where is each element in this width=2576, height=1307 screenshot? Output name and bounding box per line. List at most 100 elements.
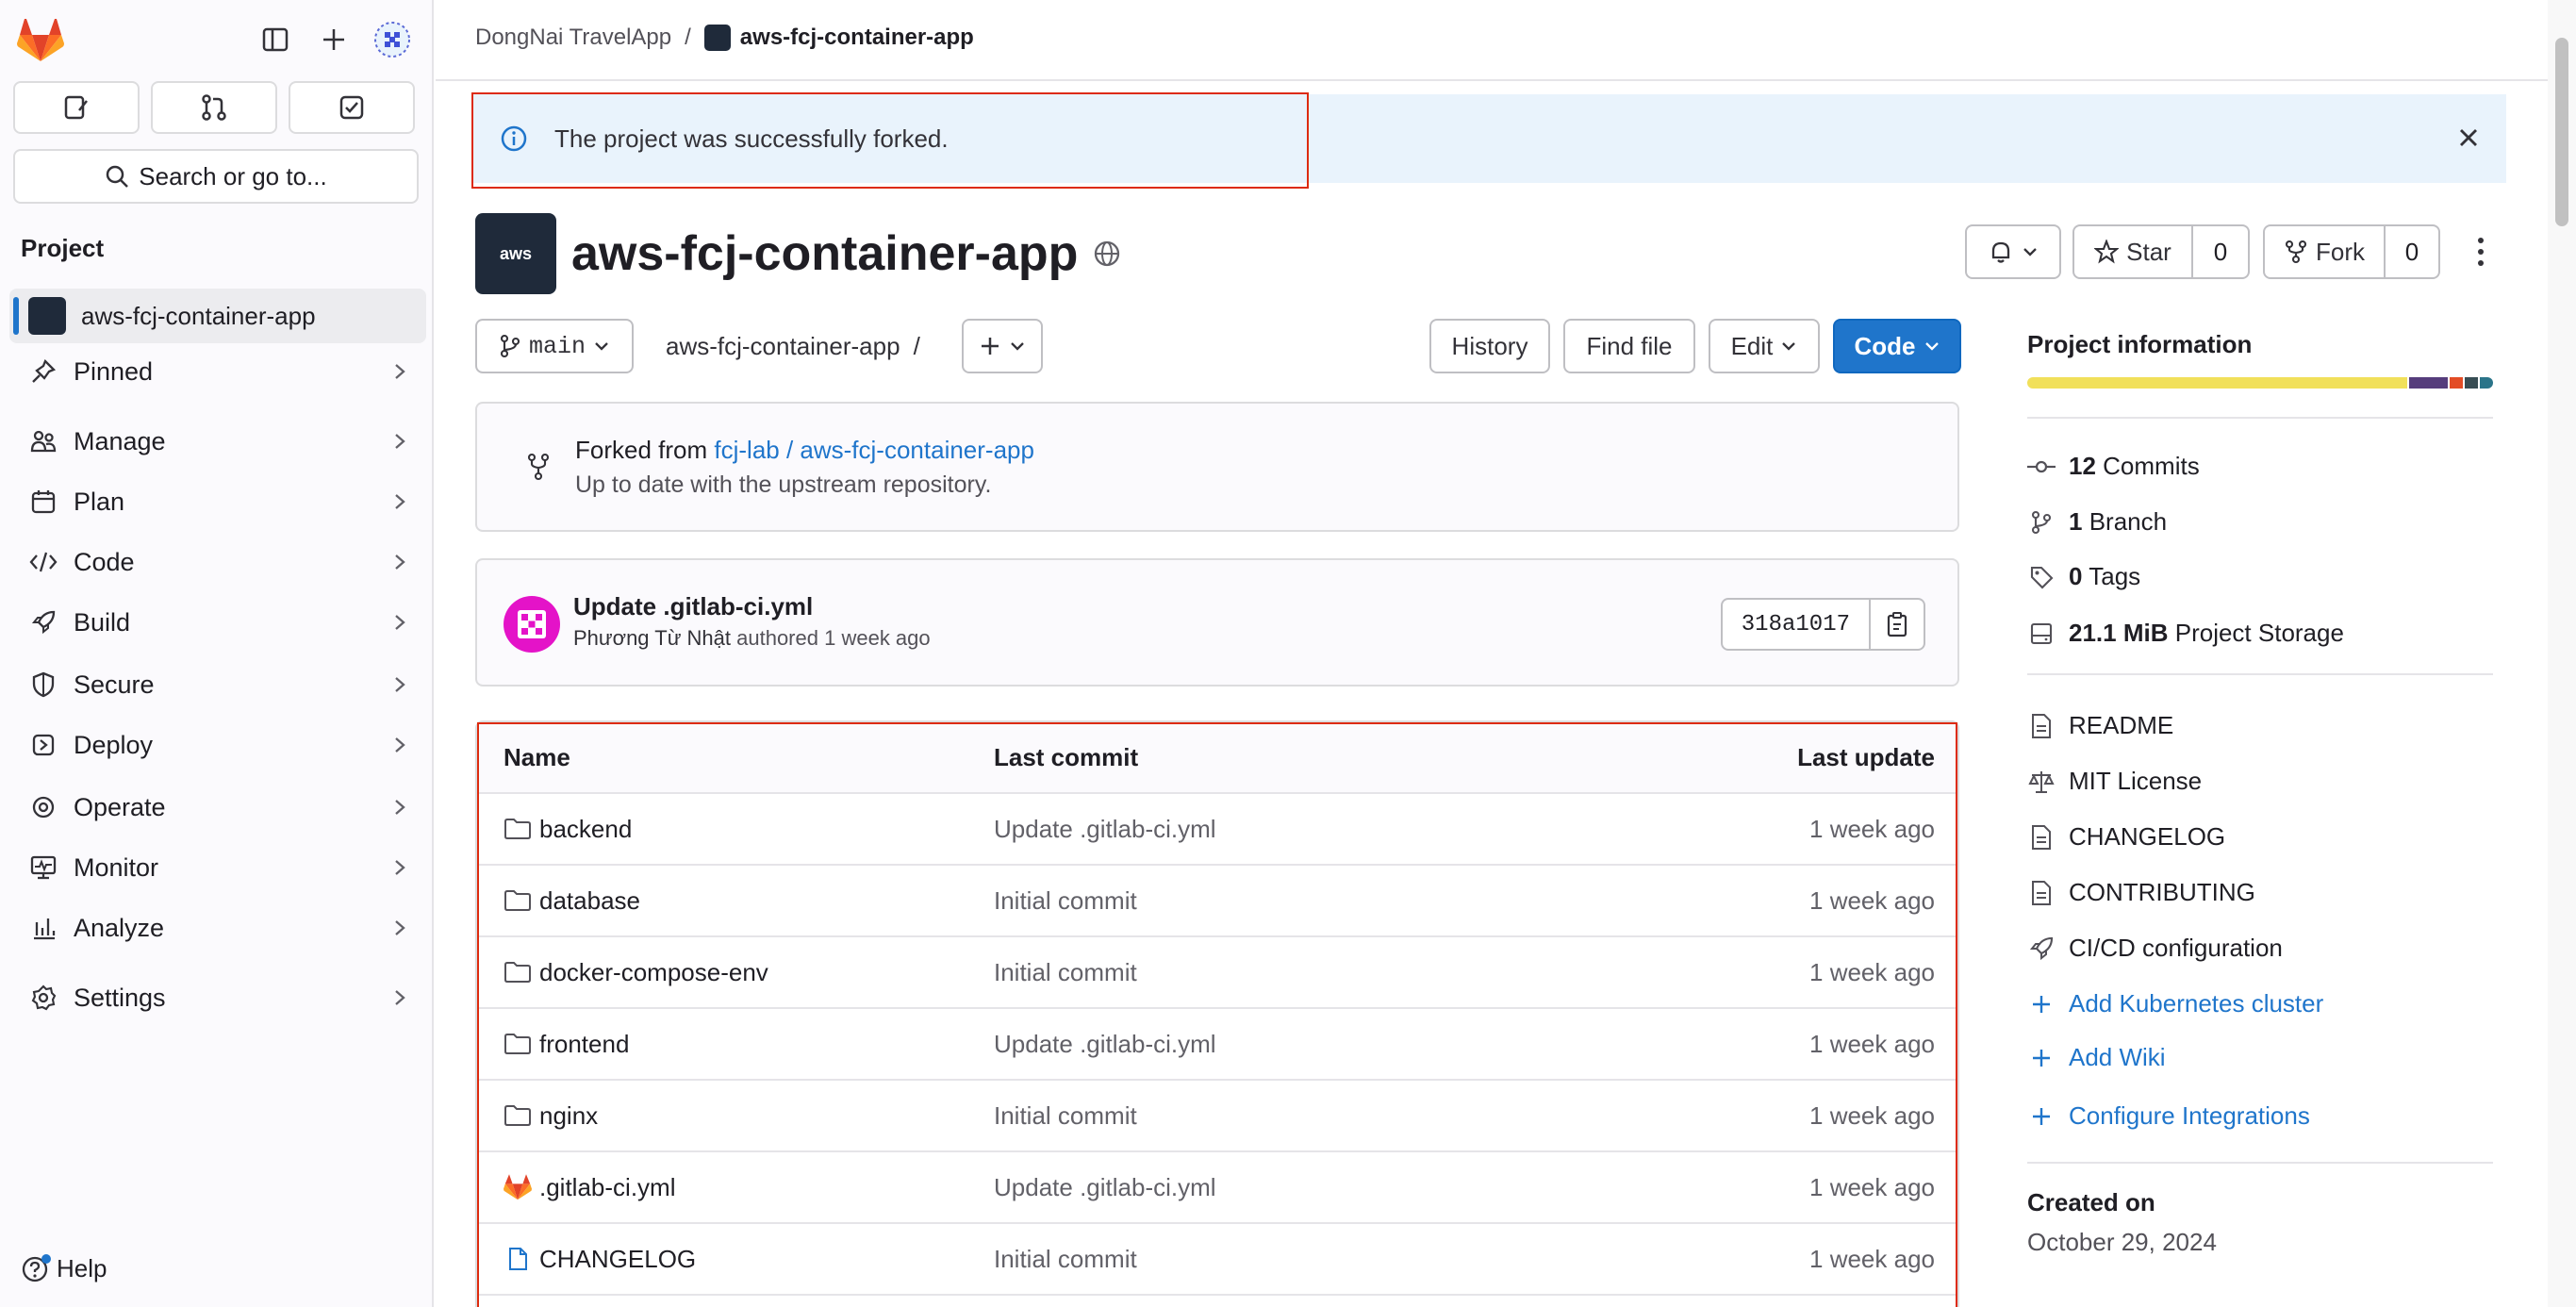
avatar[interactable] bbox=[504, 596, 560, 653]
project-avatar-large: aws bbox=[475, 213, 556, 294]
merge-requests-button[interactable] bbox=[151, 81, 277, 134]
commits-label: Commits bbox=[2103, 452, 2200, 480]
help-button[interactable]: Help bbox=[21, 1252, 107, 1284]
created-on-label: Created on bbox=[2027, 1188, 2155, 1216]
search-label: Search or go to... bbox=[139, 161, 327, 190]
sidebar-item-plan[interactable]: Plan bbox=[9, 475, 426, 528]
star-count[interactable]: 0 bbox=[2193, 224, 2250, 279]
sidebar-item-operate[interactable]: Operate bbox=[9, 781, 426, 834]
close-icon[interactable] bbox=[2455, 124, 2482, 151]
sidebar-item-project[interactable]: aws-fcj-container-app bbox=[9, 289, 426, 343]
monitor-icon bbox=[25, 854, 62, 881]
project-info-title: Project information bbox=[2027, 330, 2253, 358]
cicd-config-link[interactable]: CI/CD configuration bbox=[2027, 934, 2283, 963]
storage-link[interactable]: 21.1 MiB Project Storage bbox=[2027, 619, 2344, 648]
sidebar-toggle-icon[interactable] bbox=[256, 21, 294, 58]
chevron-right-icon bbox=[392, 492, 407, 511]
license-label: MIT License bbox=[2069, 767, 2203, 795]
language-bar[interactable] bbox=[2027, 377, 2493, 389]
sidebar-item-monitor[interactable]: Monitor bbox=[9, 841, 426, 894]
kebab-icon[interactable] bbox=[2474, 236, 2487, 268]
language-segment bbox=[2449, 377, 2463, 389]
notifications-button[interactable] bbox=[1965, 224, 2061, 279]
branch-icon bbox=[500, 334, 520, 358]
sidebar-item-pinned[interactable]: Pinned bbox=[9, 345, 426, 398]
fork-button[interactable]: Fork bbox=[2263, 224, 2386, 279]
copy-sha-button[interactable] bbox=[1871, 598, 1925, 651]
repo-path-separator: / bbox=[913, 332, 920, 360]
sidebar-item-settings[interactable]: Settings bbox=[9, 971, 426, 1024]
license-link[interactable]: MIT License bbox=[2027, 767, 2202, 796]
sidebar-item-deploy[interactable]: Deploy bbox=[9, 719, 426, 771]
tags-link[interactable]: 0 Tags bbox=[2027, 562, 2140, 591]
contributing-link[interactable]: CONTRIBUTING bbox=[2027, 878, 2255, 907]
todo-icon bbox=[339, 95, 364, 120]
forked-from-link[interactable]: fcj-lab / aws-fcj-container-app bbox=[714, 436, 1034, 464]
todo-button[interactable] bbox=[289, 81, 415, 134]
sidebar-item-label: Operate bbox=[74, 792, 166, 821]
code-button[interactable]: Code bbox=[1833, 319, 1961, 373]
star-label: Star bbox=[2126, 237, 2171, 266]
divider bbox=[2027, 417, 2493, 419]
commit-author[interactable]: Phương Từ Nhật bbox=[573, 626, 731, 650]
breadcrumb: DongNai TravelApp / aws-fcj-container-ap… bbox=[475, 25, 974, 51]
chevron-right-icon bbox=[392, 858, 407, 877]
add-kubernetes-cluster-link[interactable]: Add Kubernetes cluster bbox=[2027, 989, 2323, 1018]
readme-label: README bbox=[2069, 711, 2174, 739]
bell-icon bbox=[1991, 241, 2010, 263]
fork-count[interactable]: 0 bbox=[2386, 224, 2440, 279]
sidebar-item-build[interactable]: Build bbox=[9, 596, 426, 649]
sidebar-item-manage[interactable]: Manage bbox=[9, 415, 426, 468]
commit-meta: Phương Từ Nhật authored 1 week ago bbox=[573, 626, 931, 651]
divider bbox=[2027, 1162, 2493, 1164]
tags-count: 0 bbox=[2069, 562, 2083, 590]
breadcrumb-group[interactable]: DongNai TravelApp bbox=[475, 25, 671, 51]
sidebar-top bbox=[0, 0, 434, 79]
last-commit-card: Update .gitlab-ci.yml Phương Từ Nhật aut… bbox=[475, 558, 1959, 687]
sidebar-item-analyze[interactable]: Analyze bbox=[9, 902, 426, 954]
history-button[interactable]: History bbox=[1429, 319, 1550, 373]
find-file-button[interactable]: Find file bbox=[1563, 319, 1695, 373]
sidebar-project-label: aws-fcj-container-app bbox=[81, 301, 316, 330]
globe-icon bbox=[1093, 240, 1121, 268]
add-wiki-link[interactable]: Add Wiki bbox=[2027, 1043, 2166, 1072]
plus-icon[interactable] bbox=[315, 21, 353, 58]
star-icon bbox=[2094, 240, 2120, 264]
issues-button[interactable] bbox=[13, 81, 140, 134]
copy-icon bbox=[1887, 612, 1907, 637]
avatar[interactable] bbox=[373, 21, 411, 58]
calendar-icon bbox=[25, 488, 62, 515]
edit-button[interactable]: Edit bbox=[1709, 319, 1820, 373]
branch-selector[interactable]: main bbox=[475, 319, 634, 373]
chevron-down-icon bbox=[2023, 248, 2037, 256]
commit-message[interactable]: Update .gitlab-ci.yml bbox=[573, 592, 813, 621]
search-button[interactable]: Search or go to... bbox=[13, 149, 419, 204]
sidebar-item-secure[interactable]: Secure bbox=[9, 658, 426, 711]
users-icon bbox=[25, 428, 62, 455]
commits-link[interactable]: 12 Commits bbox=[2027, 452, 2200, 481]
gitlab-logo-icon[interactable] bbox=[17, 19, 64, 62]
scrollbar[interactable] bbox=[2548, 0, 2576, 1307]
chevron-right-icon bbox=[392, 675, 407, 694]
search-icon bbox=[107, 165, 129, 188]
help-icon bbox=[22, 1254, 51, 1282]
commit-sha[interactable]: 318a1017 bbox=[1720, 598, 1871, 651]
add-file-button[interactable] bbox=[962, 319, 1043, 373]
main-content: DongNai TravelApp / aws-fcj-container-ap… bbox=[436, 0, 2548, 1307]
scrollbar-thumb[interactable] bbox=[2555, 38, 2568, 226]
repo-path-root[interactable]: aws-fcj-container-app bbox=[666, 332, 900, 361]
fork-status: Up to date with the upstream repository. bbox=[575, 472, 992, 498]
sidebar-item-label: Deploy bbox=[74, 730, 154, 759]
breadcrumb-project[interactable]: aws-fcj-container-app bbox=[703, 25, 974, 51]
plus-icon bbox=[2027, 993, 2056, 1016]
star-button[interactable]: Star bbox=[2072, 224, 2193, 279]
readme-link[interactable]: README bbox=[2027, 711, 2173, 740]
sidebar-item-code[interactable]: Code bbox=[9, 536, 426, 588]
configure-integrations-link[interactable]: Configure Integrations bbox=[2027, 1101, 2310, 1131]
sidebar-item-label: Analyze bbox=[74, 913, 165, 942]
project-header: aws aws-fcj-container-app bbox=[475, 213, 1121, 294]
branches-link[interactable]: 1 Branch bbox=[2027, 507, 2167, 537]
cloud-gear-icon bbox=[25, 794, 62, 820]
language-segment bbox=[2464, 377, 2478, 389]
changelog-link[interactable]: CHANGELOG bbox=[2027, 822, 2225, 852]
